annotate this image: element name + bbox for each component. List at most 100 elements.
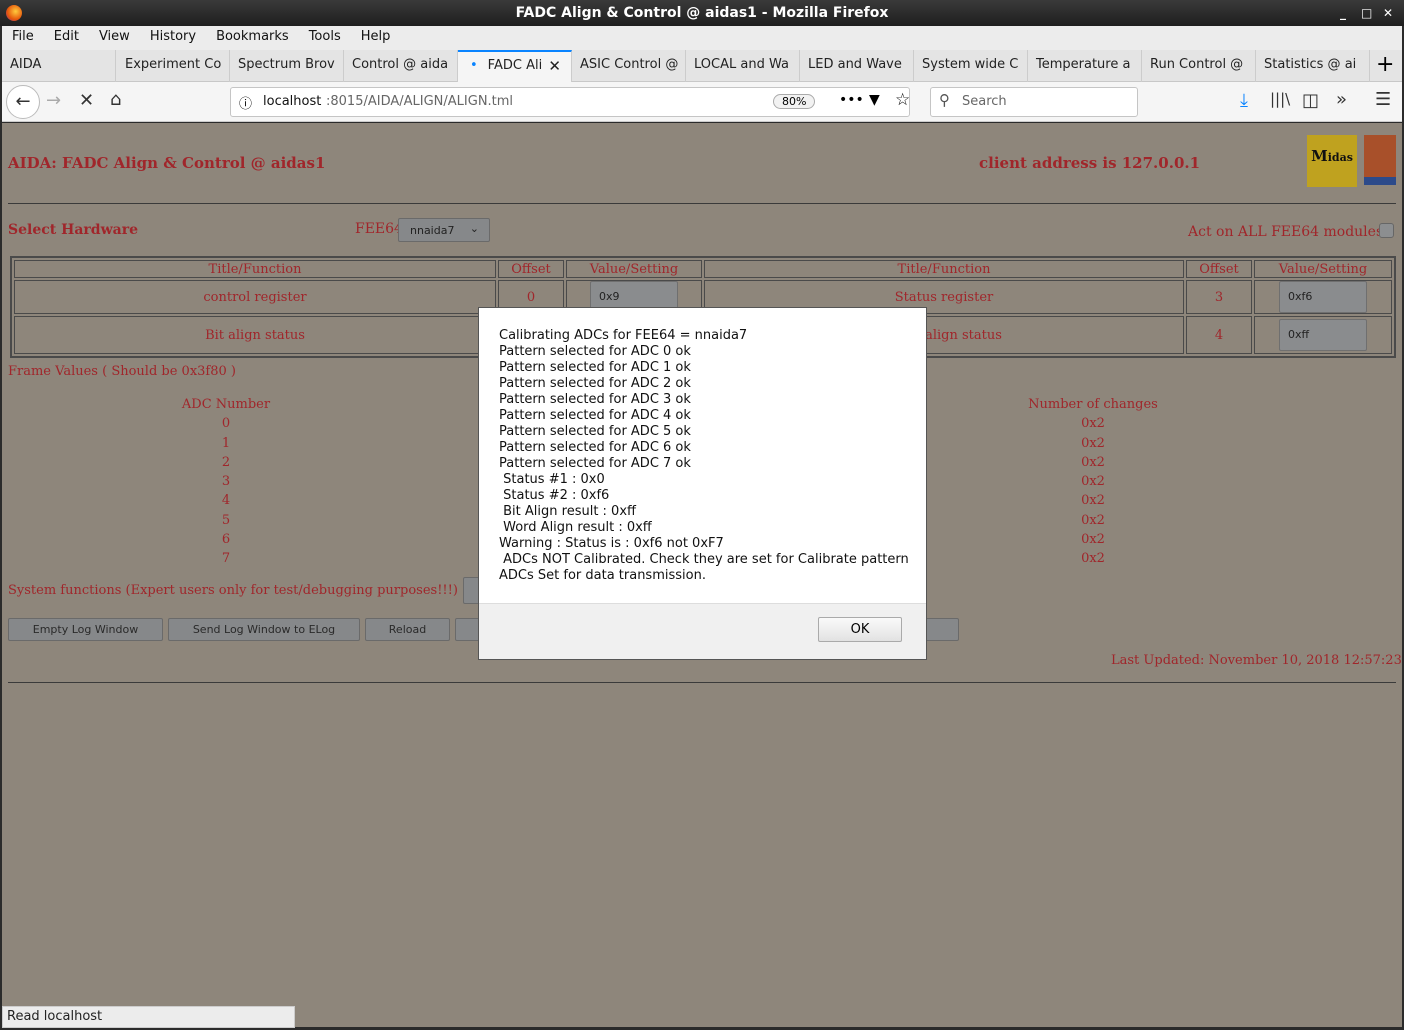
download-icon[interactable]: ⤓: [1240, 90, 1248, 111]
chevron-down-icon: ⌄: [469, 222, 479, 235]
empty-log-button[interactable]: Empty Log Window: [8, 618, 163, 641]
maximize-button[interactable]: □: [1361, 0, 1372, 26]
adc-header: ADC Number: [181, 397, 271, 412]
adc-number: 4: [221, 493, 231, 509]
tab[interactable]: AIDA: [2, 50, 116, 82]
sidebar-icon[interactable]: ◫: [1302, 90, 1319, 111]
url-bar[interactable]: ⓘ localhost:8015/AIDA/ALIGN/ALIGN.tml 80…: [230, 87, 910, 117]
tab[interactable]: Statistics @ ai: [1256, 50, 1370, 82]
menu-icon[interactable]: ☰: [1375, 89, 1391, 110]
tab[interactable]: ASIC Control @: [572, 50, 686, 82]
window-titlebar: FADC Align & Control @ aidas1 - Mozilla …: [0, 0, 1404, 26]
tab[interactable]: LED and Wave: [800, 50, 914, 82]
search-input[interactable]: ⚲ Search: [930, 87, 1138, 117]
header-value: Value/Setting: [1254, 260, 1392, 278]
fee64-select[interactable]: nnaida7 ⌄: [398, 218, 490, 242]
close-tab-icon[interactable]: ✕: [548, 52, 561, 80]
adc-number: 5: [221, 512, 231, 528]
change-count: 0x2: [1081, 551, 1105, 567]
fee64-label: FEE64: [355, 221, 403, 237]
menu-file[interactable]: File: [2, 26, 44, 50]
register-title: Bit align status: [14, 316, 496, 354]
change-count: 0x2: [1081, 454, 1105, 470]
menu-tools[interactable]: Tools: [299, 26, 351, 50]
menu-bookmarks[interactable]: Bookmarks: [206, 26, 299, 50]
midas-logo: Midas: [1307, 135, 1357, 187]
adc-number: 3: [221, 474, 231, 490]
system-functions-label: System functions (Expert users only for …: [8, 583, 458, 598]
bookmark-star-icon[interactable]: ☆: [895, 90, 910, 110]
send-log-elog-button[interactable]: Send Log Window to ELog: [168, 618, 360, 641]
firefox-icon: [6, 5, 22, 21]
adc-number: 7: [221, 551, 231, 567]
overflow-icon[interactable]: »: [1336, 89, 1347, 110]
tab[interactable]: Control @ aida: [344, 50, 458, 82]
tab[interactable]: Experiment Co: [116, 50, 230, 82]
hidden-button[interactable]: [922, 618, 959, 641]
client-address: client address is 127.0.0.1: [979, 154, 1201, 172]
tab-bar: AIDA Experiment Co Spectrum Brov Control…: [2, 50, 1402, 82]
navigation-bar: ← → ✕ ⌂ ⓘ localhost:8015/AIDA/ALIGN/ALIG…: [2, 82, 1402, 122]
library-icon[interactable]: |||\: [1270, 90, 1290, 108]
adc-number: 0: [221, 416, 231, 432]
header-offset: Offset: [498, 260, 564, 278]
status-bar: Read localhost: [2, 1006, 295, 1028]
frame-values-label: Frame Values ( Should be 0x3f80 ): [8, 364, 236, 379]
tab-label: FADC Ali: [487, 58, 543, 73]
select-hardware-label: Select Hardware: [8, 222, 138, 238]
stop-icon[interactable]: ✕: [79, 90, 94, 111]
new-tab-icon[interactable]: +: [1376, 52, 1394, 77]
tab[interactable]: Run Control @: [1142, 50, 1256, 82]
loading-dot-icon: •: [470, 58, 478, 73]
forward-icon[interactable]: →: [46, 90, 61, 111]
header-value: Value/Setting: [566, 260, 702, 278]
adc-number: 2: [221, 454, 231, 470]
changes-header: Number of changes: [1028, 397, 1158, 412]
change-count: 0x2: [1081, 493, 1105, 509]
pocket-icon[interactable]: ▼: [869, 92, 880, 108]
header-offset: Offset: [1186, 260, 1252, 278]
menu-view[interactable]: View: [89, 26, 140, 50]
menu-history[interactable]: History: [140, 26, 206, 50]
menu-help[interactable]: Help: [351, 26, 401, 50]
url-host: localhost: [263, 94, 322, 109]
tab[interactable]: Temperature a: [1028, 50, 1142, 82]
changes-column: Number of changes 0x2 0x2 0x2 0x2 0x2 0x…: [993, 395, 1193, 569]
close-window-button[interactable]: ✕: [1383, 0, 1393, 26]
info-icon[interactable]: ⓘ: [239, 93, 252, 112]
change-count: 0x2: [1081, 532, 1105, 548]
menu-edit[interactable]: Edit: [44, 26, 89, 50]
tab-active[interactable]: • FADC Ali ✕: [458, 50, 572, 82]
act-all-checkbox[interactable]: [1379, 223, 1394, 238]
reload-button[interactable]: Reload: [365, 618, 450, 641]
tab[interactable]: Spectrum Brov: [230, 50, 344, 82]
back-icon[interactable]: ←: [6, 85, 40, 119]
adc-number: 6: [221, 532, 231, 548]
zoom-indicator[interactable]: 80%: [773, 94, 816, 109]
home-icon[interactable]: ⌂: [110, 89, 121, 110]
header-title: Title/Function: [14, 260, 496, 278]
tab[interactable]: System wide C: [914, 50, 1028, 82]
register-value-input[interactable]: 0xff: [1279, 319, 1367, 351]
fee64-select-value: nnaida7: [410, 224, 455, 237]
register-value-input[interactable]: 0xf6: [1279, 281, 1367, 313]
change-count: 0x2: [1081, 416, 1105, 432]
minimize-button[interactable]: _: [1340, 0, 1346, 26]
last-updated: Last Updated: November 10, 2018 12:57:23: [1111, 653, 1402, 668]
adc-column: ADC Number 0 1 2 3 4 5 6 7: [126, 395, 326, 569]
search-icon: ⚲: [939, 91, 950, 109]
change-count: 0x2: [1081, 435, 1105, 451]
adc-number: 1: [221, 435, 231, 451]
change-count: 0x2: [1081, 474, 1105, 490]
alert-dialog: Calibrating ADCs for FEE64 = nnaida7 Pat…: [478, 307, 927, 660]
menu-bar: File Edit View History Bookmarks Tools H…: [2, 26, 1402, 50]
tcl-logo: [1364, 135, 1396, 185]
window-title: FADC Align & Control @ aidas1 - Mozilla …: [515, 5, 889, 21]
page-actions-icon[interactable]: •••: [839, 92, 864, 108]
search-placeholder: Search: [962, 94, 1007, 109]
register-offset: 3: [1186, 280, 1252, 314]
ok-button[interactable]: OK: [818, 617, 902, 642]
tab[interactable]: LOCAL and Wa: [686, 50, 800, 82]
register-offset: 4: [1186, 316, 1252, 354]
dialog-footer: OK: [479, 603, 926, 659]
